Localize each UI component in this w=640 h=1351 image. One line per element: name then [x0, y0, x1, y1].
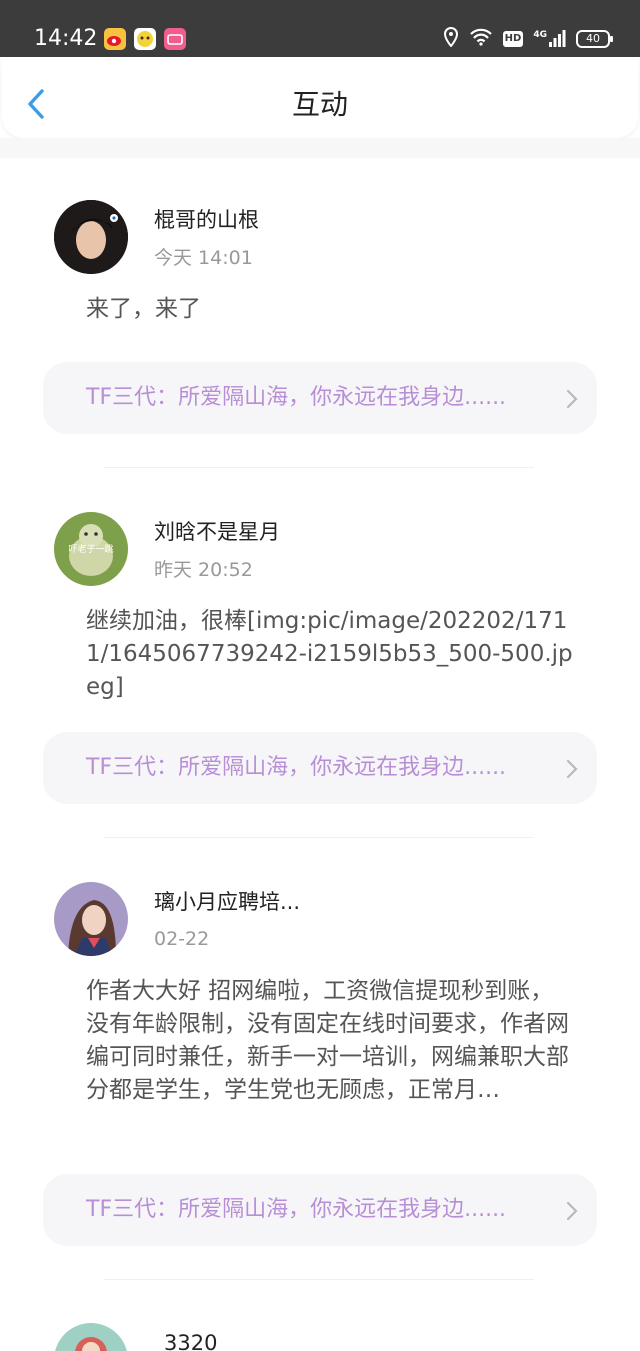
reference-link[interactable]: TF三代：所爱隔山海，你永远在我身边......	[43, 362, 597, 434]
header: 互动	[2, 57, 638, 138]
weibo-app-icon	[104, 28, 126, 50]
timestamp: 昨天 20:52	[154, 559, 253, 581]
chevron-right-icon	[566, 759, 578, 779]
bilibili-app-icon	[164, 28, 186, 50]
divider	[104, 1279, 534, 1280]
timestamp: 02-22	[154, 928, 210, 950]
reference-text: TF三代：所爱隔山海，你永远在我身边......	[86, 755, 507, 780]
reference-text: TF三代：所爱隔山海，你永远在我身边......	[86, 385, 507, 410]
signal-icon: 4G	[533, 30, 566, 48]
avatar[interactable]	[54, 200, 128, 274]
username: 璃小月应聘培...	[154, 890, 301, 914]
header-gap	[0, 138, 640, 158]
comment-text: 继续加油，很棒[img:pic/image/202202/1711/164506…	[86, 608, 573, 700]
status-time: 14:42	[34, 26, 98, 51]
chevron-right-icon	[566, 389, 578, 409]
username: 3320	[164, 1331, 218, 1351]
location-icon	[443, 26, 459, 51]
status-indicators: HD 4G 40	[443, 26, 613, 51]
divider	[104, 837, 534, 838]
chevron-right-icon	[566, 1201, 578, 1221]
comment-text: 作者大大好 招网编啦，工资微信提现秒到账，没有年龄限制，没有固定在线时间要求，作…	[86, 978, 569, 1103]
reference-link[interactable]: TF三代：所爱隔山海，你永远在我身边......	[43, 1174, 597, 1246]
mascot-app-icon	[134, 28, 156, 50]
username: 棍哥的山根	[154, 208, 259, 232]
avatar[interactable]	[54, 882, 128, 956]
wifi-icon	[469, 28, 493, 50]
timestamp: 今天 14:01	[154, 247, 253, 269]
reference-link[interactable]: TF三代：所爱隔山海，你永远在我身边......	[43, 732, 597, 804]
battery-indicator: 40	[576, 30, 613, 48]
username: 刘晗不是星月	[154, 520, 280, 544]
avatar[interactable]	[54, 1323, 128, 1351]
hd-badge: HD	[502, 31, 524, 47]
divider	[104, 467, 534, 468]
status-app-icons	[104, 28, 186, 50]
avatar[interactable]: 吓老子一跳	[54, 512, 128, 586]
reference-text: TF三代：所爱隔山海，你永远在我身边......	[86, 1197, 507, 1222]
network-type: 4G	[533, 30, 547, 40]
page-title: 互动	[291, 88, 348, 121]
comment-text: 来了，来了	[86, 296, 201, 322]
status-bar: 14:42 HD 4G 40	[0, 0, 640, 57]
avatar-caption: 吓老子一跳	[68, 543, 113, 555]
